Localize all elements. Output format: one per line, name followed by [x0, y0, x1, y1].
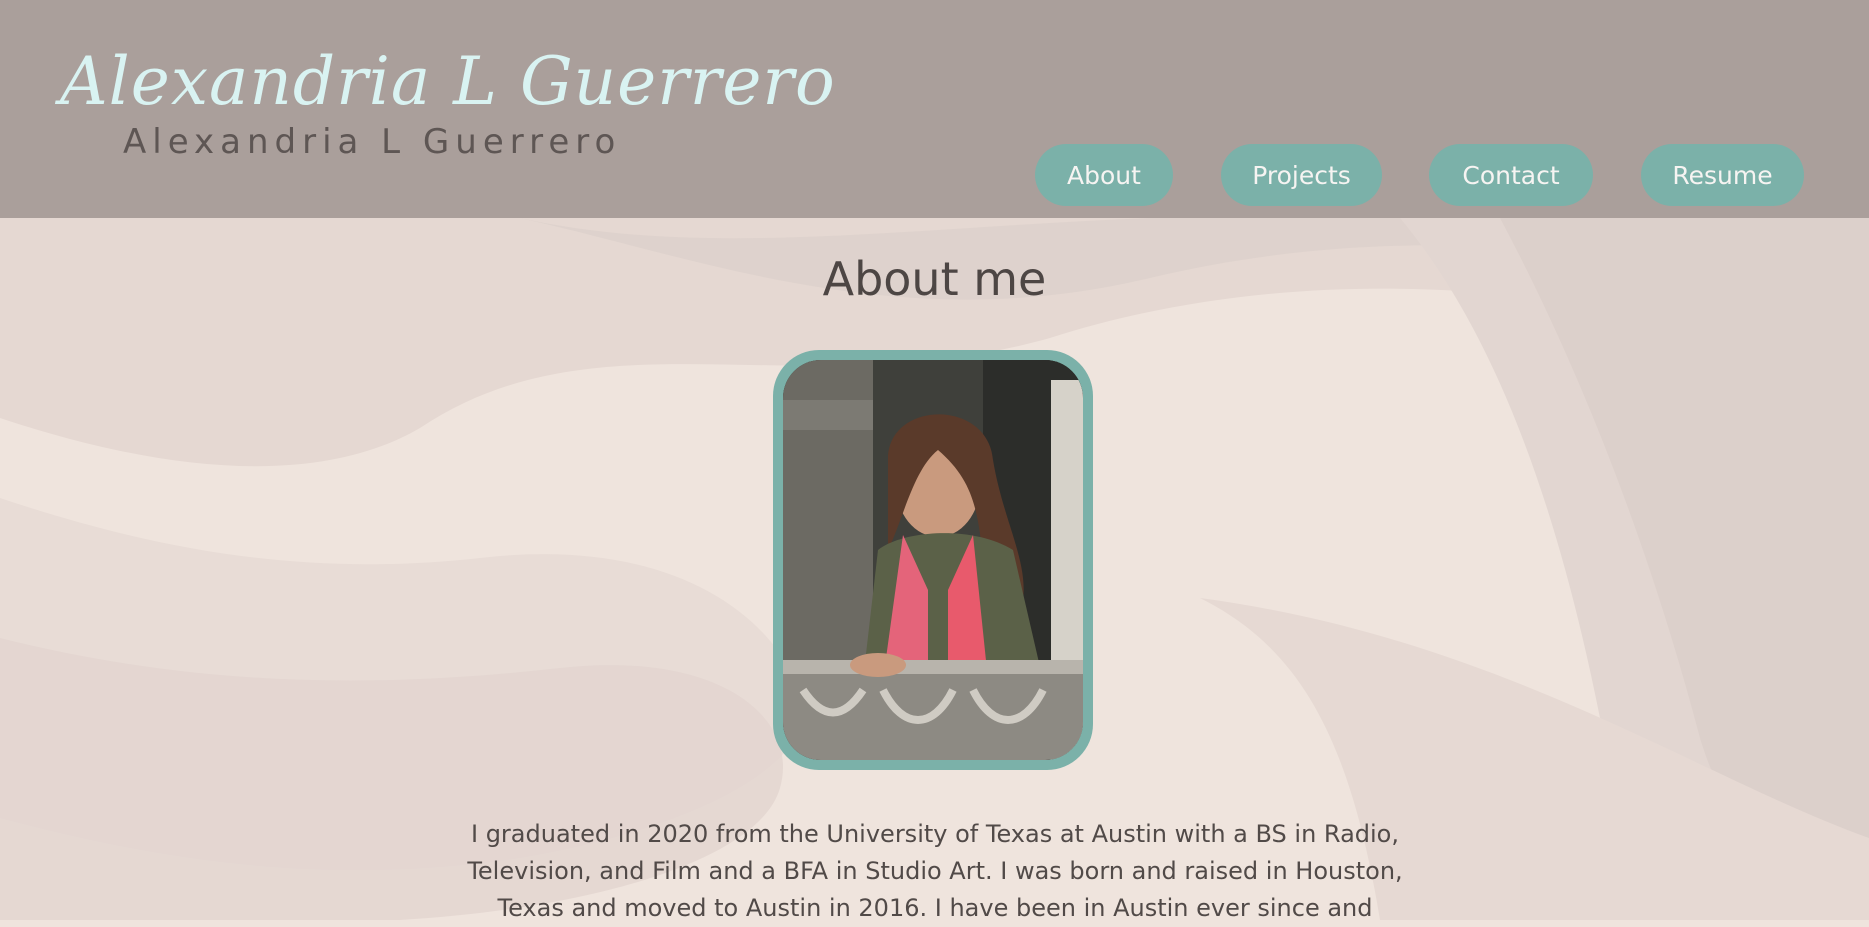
nav-resume-button[interactable]: Resume [1641, 144, 1804, 206]
nav-contact-button[interactable]: Contact [1429, 144, 1593, 206]
page-title: About me [822, 252, 1047, 306]
profile-photo [783, 360, 1083, 760]
nav-projects-button[interactable]: Projects [1221, 144, 1382, 206]
site-header: Alexandria L Guerrero Alexandria L Guerr… [0, 0, 1869, 218]
bio-paragraph: I graduated in 2020 from the University … [467, 820, 1403, 922]
profile-photo-frame [773, 350, 1093, 770]
nav-about-button[interactable]: About [1035, 144, 1173, 206]
main-nav: About Projects Contact Resume [0, 144, 1869, 206]
